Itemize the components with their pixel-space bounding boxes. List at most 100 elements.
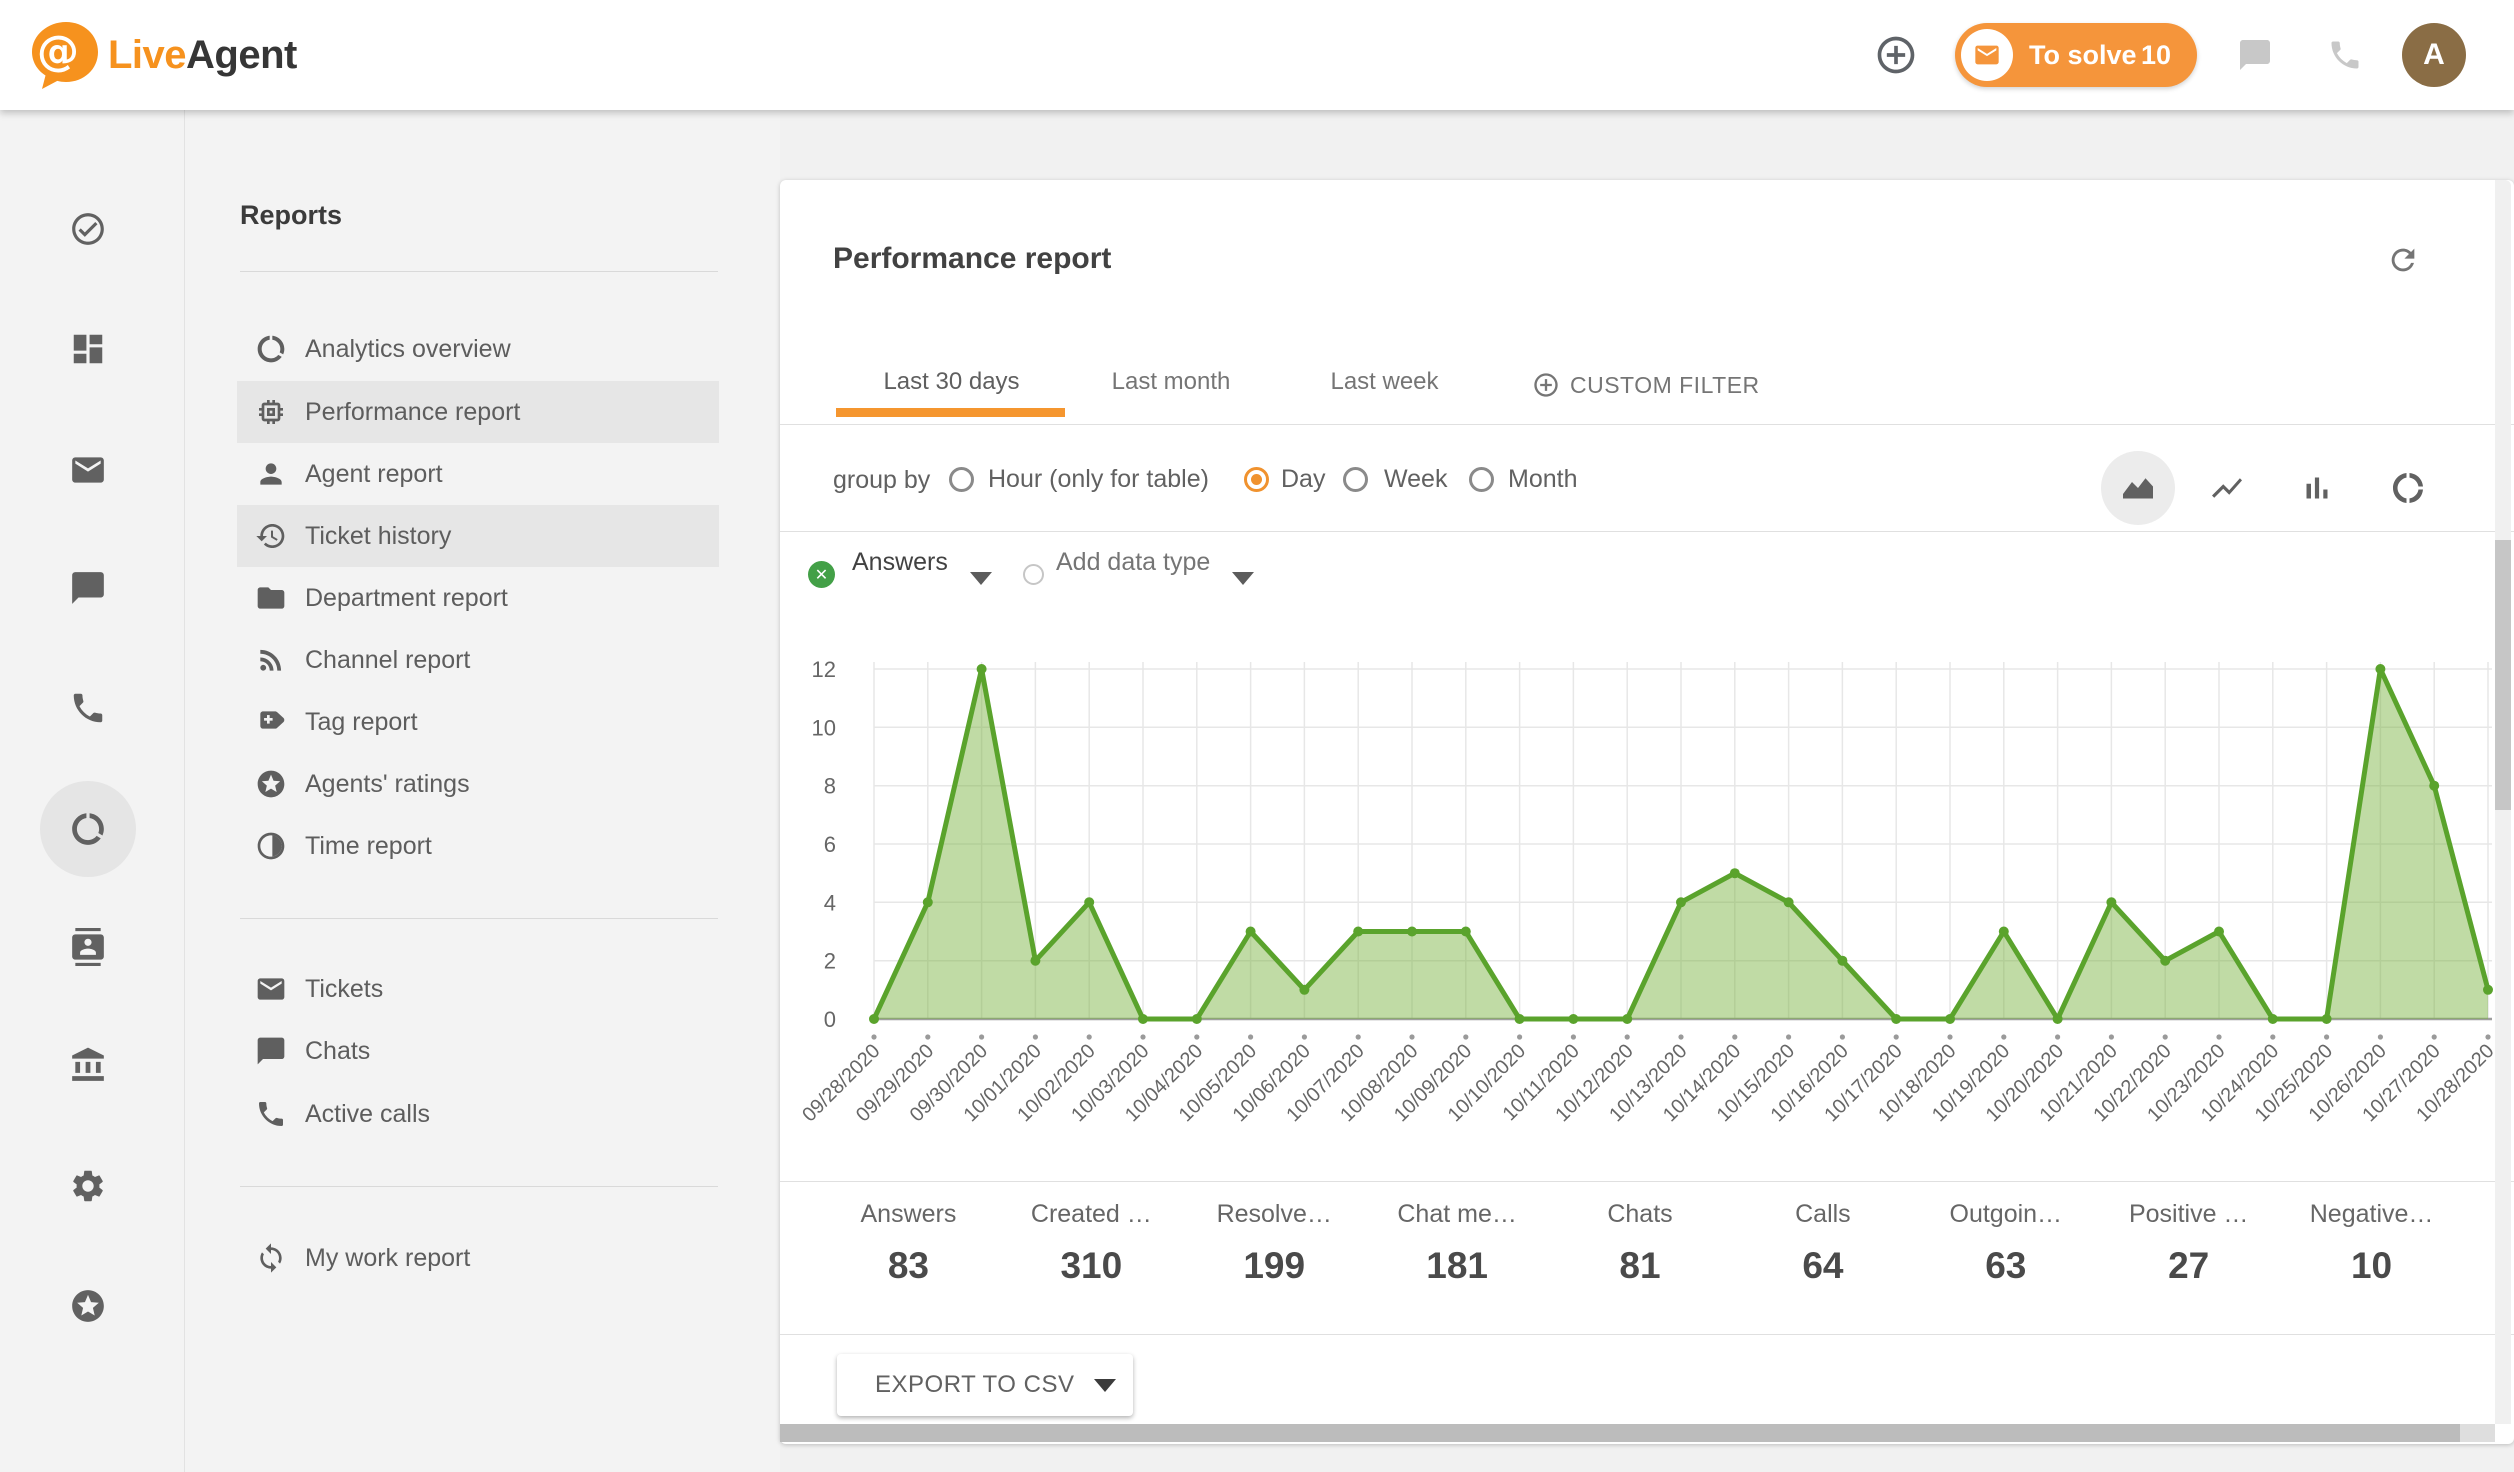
- stat-value: 181: [1366, 1245, 1549, 1287]
- sidebar-item-analytics-overview[interactable]: Analytics overview: [237, 318, 719, 380]
- loop-icon: [255, 1242, 287, 1274]
- dashboard-icon[interactable]: [69, 330, 107, 368]
- chat-icon[interactable]: [69, 569, 107, 607]
- chevron-down-icon[interactable]: [1232, 572, 1254, 585]
- stat-value: 81: [1549, 1245, 1732, 1287]
- phone-icon[interactable]: [2327, 37, 2363, 73]
- sidebar-item-tickets[interactable]: Tickets: [237, 958, 719, 1020]
- sidebar-item-label: Tickets: [305, 958, 383, 1020]
- radio-label[interactable]: Day: [1281, 465, 1325, 494]
- radio-label[interactable]: Month: [1508, 465, 1577, 494]
- stat-label: Calls: [1731, 1200, 1914, 1229]
- remove-series-icon[interactable]: ✕: [808, 561, 835, 588]
- add-circle-icon: [1532, 371, 1560, 399]
- chat-icon[interactable]: [2237, 37, 2273, 73]
- stat-label: Outgoin…: [1914, 1200, 2097, 1229]
- app-logo[interactable]: @ LiveAgent: [28, 20, 297, 90]
- contrast-icon: [255, 830, 287, 862]
- stat-chat-me: Chat me… 181: [1366, 1192, 1549, 1312]
- person-icon: [255, 458, 287, 490]
- stat-label: Resolve…: [1183, 1200, 1366, 1229]
- custom-filter-button[interactable]: CUSTOM FILTER: [1532, 371, 1760, 399]
- svg-text:6: 6: [824, 832, 836, 857]
- export-to-csv-button[interactable]: EXPORT TO CSV: [837, 1354, 1133, 1416]
- mail-icon[interactable]: [69, 451, 107, 489]
- stat-calls: Calls 64: [1731, 1192, 1914, 1312]
- rss-icon: [255, 644, 287, 676]
- tab-last-week[interactable]: Last week: [1327, 368, 1442, 402]
- horizontal-scrollbar-thumb[interactable]: [780, 1424, 2460, 1442]
- bar-chart-icon[interactable]: [2299, 470, 2335, 506]
- sidebar-item-department-report[interactable]: Department report: [237, 567, 719, 629]
- avatar[interactable]: A: [2402, 23, 2466, 87]
- stat-outgoin: Outgoin…63: [1914, 1192, 2097, 1312]
- settings-icon[interactable]: [69, 1167, 107, 1205]
- sidebar-item-label: Active calls: [305, 1083, 430, 1145]
- radio-hour-only-for-table[interactable]: [949, 467, 974, 492]
- sidebar-item-active-calls[interactable]: Active calls: [237, 1083, 719, 1145]
- sidebar-item-chats[interactable]: Chats: [237, 1020, 719, 1082]
- sidebar-item-label: Agent report: [305, 443, 443, 505]
- sidebar-item-time-report[interactable]: Time report: [237, 815, 719, 877]
- radio-week[interactable]: [1343, 467, 1368, 492]
- sidebar-divider-line: [184, 110, 185, 1472]
- chevron-down-icon[interactable]: [970, 572, 992, 585]
- tab-last-month[interactable]: Last month: [1106, 368, 1236, 402]
- star-circle-icon: [255, 768, 287, 800]
- analytics-icon: [255, 333, 287, 365]
- sidebar-item-label: Tag report: [305, 691, 418, 753]
- group-by-label: group by: [833, 466, 930, 495]
- check-circle-icon[interactable]: [69, 210, 107, 248]
- stat-label: Positive …: [2097, 1200, 2280, 1229]
- mail-icon: [255, 973, 287, 1005]
- stat-chats: Chats81: [1549, 1192, 1732, 1312]
- tab-last-30-days[interactable]: Last 30 days: [876, 368, 1027, 402]
- refresh-icon[interactable]: [2386, 243, 2420, 277]
- sidebar-item-label: Agents' ratings: [305, 753, 470, 815]
- stat-label: Negative…: [2280, 1200, 2463, 1229]
- vertical-scrollbar-thumb[interactable]: [2495, 540, 2511, 810]
- sidebar-item-ticket-history[interactable]: Ticket history: [237, 505, 719, 567]
- to-solve-label: To solve: [2029, 40, 2137, 71]
- stat-label: Chat me…: [1366, 1200, 1549, 1229]
- svg-text:@: @: [37, 26, 79, 75]
- chevron-down-icon: [1094, 1379, 1116, 1392]
- page-title: Performance report: [833, 242, 1111, 276]
- line-chart-icon[interactable]: [2209, 470, 2245, 506]
- nav-rail: [0, 110, 179, 1472]
- donut-chart-icon[interactable]: [2390, 470, 2426, 506]
- svg-text:8: 8: [824, 774, 836, 799]
- sidebar-item-agents-ratings[interactable]: Agents' ratings: [237, 753, 719, 815]
- add-data-type-radio[interactable]: [1023, 564, 1044, 585]
- sidebar-item-agent-report[interactable]: Agent report: [237, 443, 719, 505]
- radio-month[interactable]: [1469, 467, 1494, 492]
- radio-label[interactable]: Week: [1384, 465, 1447, 494]
- stat-value: 199: [1183, 1245, 1366, 1287]
- radio-day[interactable]: [1244, 467, 1269, 492]
- stat-value: 64: [1731, 1245, 1914, 1287]
- divider: [780, 424, 2514, 425]
- area-chart-icon[interactable]: [2120, 470, 2156, 506]
- sidebar-item-channel-report[interactable]: Channel report: [237, 629, 719, 691]
- radio-label[interactable]: Hour (only for table): [988, 465, 1209, 494]
- sidebar-item-my-work-report[interactable]: My work report: [237, 1227, 719, 1289]
- active-tab-underline: [836, 408, 1065, 417]
- divider: [240, 271, 718, 272]
- sidebar-item-tag-report[interactable]: Tag report: [237, 691, 719, 753]
- to-solve-button[interactable]: To solve 10: [1955, 23, 2197, 87]
- bank-icon[interactable]: [69, 1046, 107, 1084]
- chat-icon: [255, 1035, 287, 1067]
- stat-label: Created …: [1000, 1200, 1183, 1229]
- sidebar-item-label: Time report: [305, 815, 432, 877]
- logo-bubble-icon: @: [28, 20, 100, 90]
- sidebar-item-performance-report[interactable]: Performance report: [237, 381, 719, 443]
- pie-chart-icon[interactable]: [69, 810, 107, 848]
- mail-icon: [1961, 29, 2013, 81]
- contacts-icon[interactable]: [69, 928, 107, 966]
- add-circle-icon[interactable]: [1874, 33, 1918, 77]
- logo-text: LiveAgent: [108, 33, 297, 78]
- sidebar-item-label: Channel report: [305, 629, 470, 691]
- stat-value: 310: [1000, 1245, 1183, 1287]
- phone-icon[interactable]: [69, 689, 107, 727]
- star-circle-icon[interactable]: [69, 1287, 107, 1325]
